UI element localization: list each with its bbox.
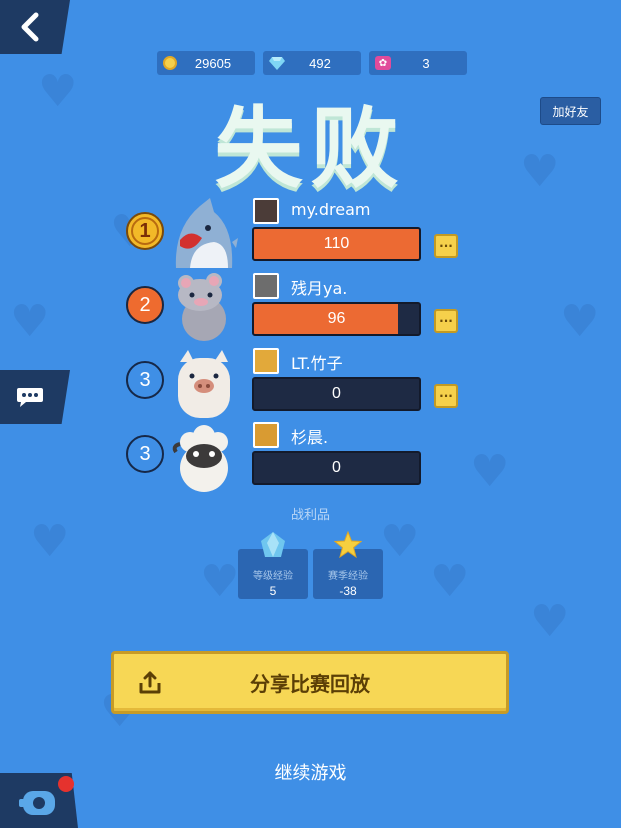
rat-icon — [178, 273, 226, 341]
loot-value: 5 — [269, 584, 277, 598]
chat-bubble-icon — [17, 388, 43, 407]
coin-counter: 29605 — [157, 51, 255, 75]
chat-button[interactable] — [0, 370, 70, 424]
score-value: 0 — [332, 459, 341, 476]
more-options-button[interactable]: ··· — [434, 309, 458, 333]
lotus-icon: ✿ — [375, 56, 391, 70]
shark-icon — [175, 198, 238, 268]
player-avatar[interactable] — [253, 348, 279, 374]
rank-badge: 3 — [126, 435, 164, 473]
score-bar: 0 — [252, 451, 421, 485]
ticket-value: 3 — [422, 55, 430, 71]
star-icon — [334, 531, 362, 559]
loot-label: 赛季经验 — [328, 571, 368, 582]
player-name: my.dream — [291, 200, 371, 219]
loot-title: 战利品 — [290, 508, 330, 523]
player-name: 残月ya. — [291, 279, 348, 298]
player-avatar[interactable] — [253, 273, 279, 299]
pig-icon — [178, 350, 230, 418]
player-avatar[interactable] — [253, 422, 279, 448]
loot-value: -38 — [339, 584, 357, 598]
rank-badge: 1 — [126, 212, 164, 250]
score-bar: 110 — [252, 227, 421, 261]
loot-label: 等级经验 — [253, 571, 293, 582]
continue-game-button[interactable]: 继续游戏 — [0, 759, 621, 785]
blue-crystal-icon — [261, 532, 285, 557]
chevron-left-icon — [21, 12, 39, 42]
ticket-counter: ✿ 3 — [369, 51, 467, 75]
currency-bar: 29605 492 ✿ 3 — [157, 51, 467, 75]
share-replay-button[interactable]: 分享比赛回放 — [111, 651, 509, 714]
diamond-counter: 492 — [263, 51, 361, 75]
robot-head-icon — [19, 790, 55, 815]
player-row: 1 my.dream 110 ··· — [0, 196, 621, 270]
loot-card-level-exp: 等级经验 5 — [238, 532, 308, 599]
notification-dot — [58, 776, 74, 792]
diamond-icon — [269, 57, 285, 70]
player-name: 杉晨. — [291, 428, 329, 447]
coin-icon — [163, 56, 177, 70]
coin-value: 29605 — [194, 55, 232, 71]
score-value: 0 — [332, 385, 341, 402]
rank-badge: 3 — [126, 361, 164, 399]
player-row: 3 杉晨. 0 — [0, 420, 621, 494]
rank-badge: 2 — [126, 286, 164, 324]
player-row: 2 残月ya. 96 ··· — [0, 271, 621, 345]
diamond-value: 492 — [309, 55, 331, 71]
result-title: 失败 — [214, 97, 407, 200]
back-button[interactable] — [0, 0, 70, 54]
more-options-button[interactable]: ··· — [434, 384, 458, 408]
player-row: 3 LT.竹子 0 ··· — [0, 346, 621, 420]
loot-card-season-exp: 赛季经验 -38 — [313, 531, 383, 599]
share-replay-label: 分享比赛回放 — [250, 672, 370, 696]
score-value: 96 — [327, 310, 346, 327]
sheep-icon — [172, 425, 228, 492]
score-bar: 96 — [252, 302, 421, 336]
rank-number: 1 — [131, 217, 159, 245]
more-options-button[interactable]: ··· — [434, 234, 458, 258]
share-icon — [139, 671, 161, 694]
score-value: 110 — [323, 235, 350, 252]
score-bar: 0 — [252, 377, 421, 411]
player-avatar[interactable] — [253, 198, 279, 224]
player-name: LT.竹子 — [291, 354, 343, 373]
